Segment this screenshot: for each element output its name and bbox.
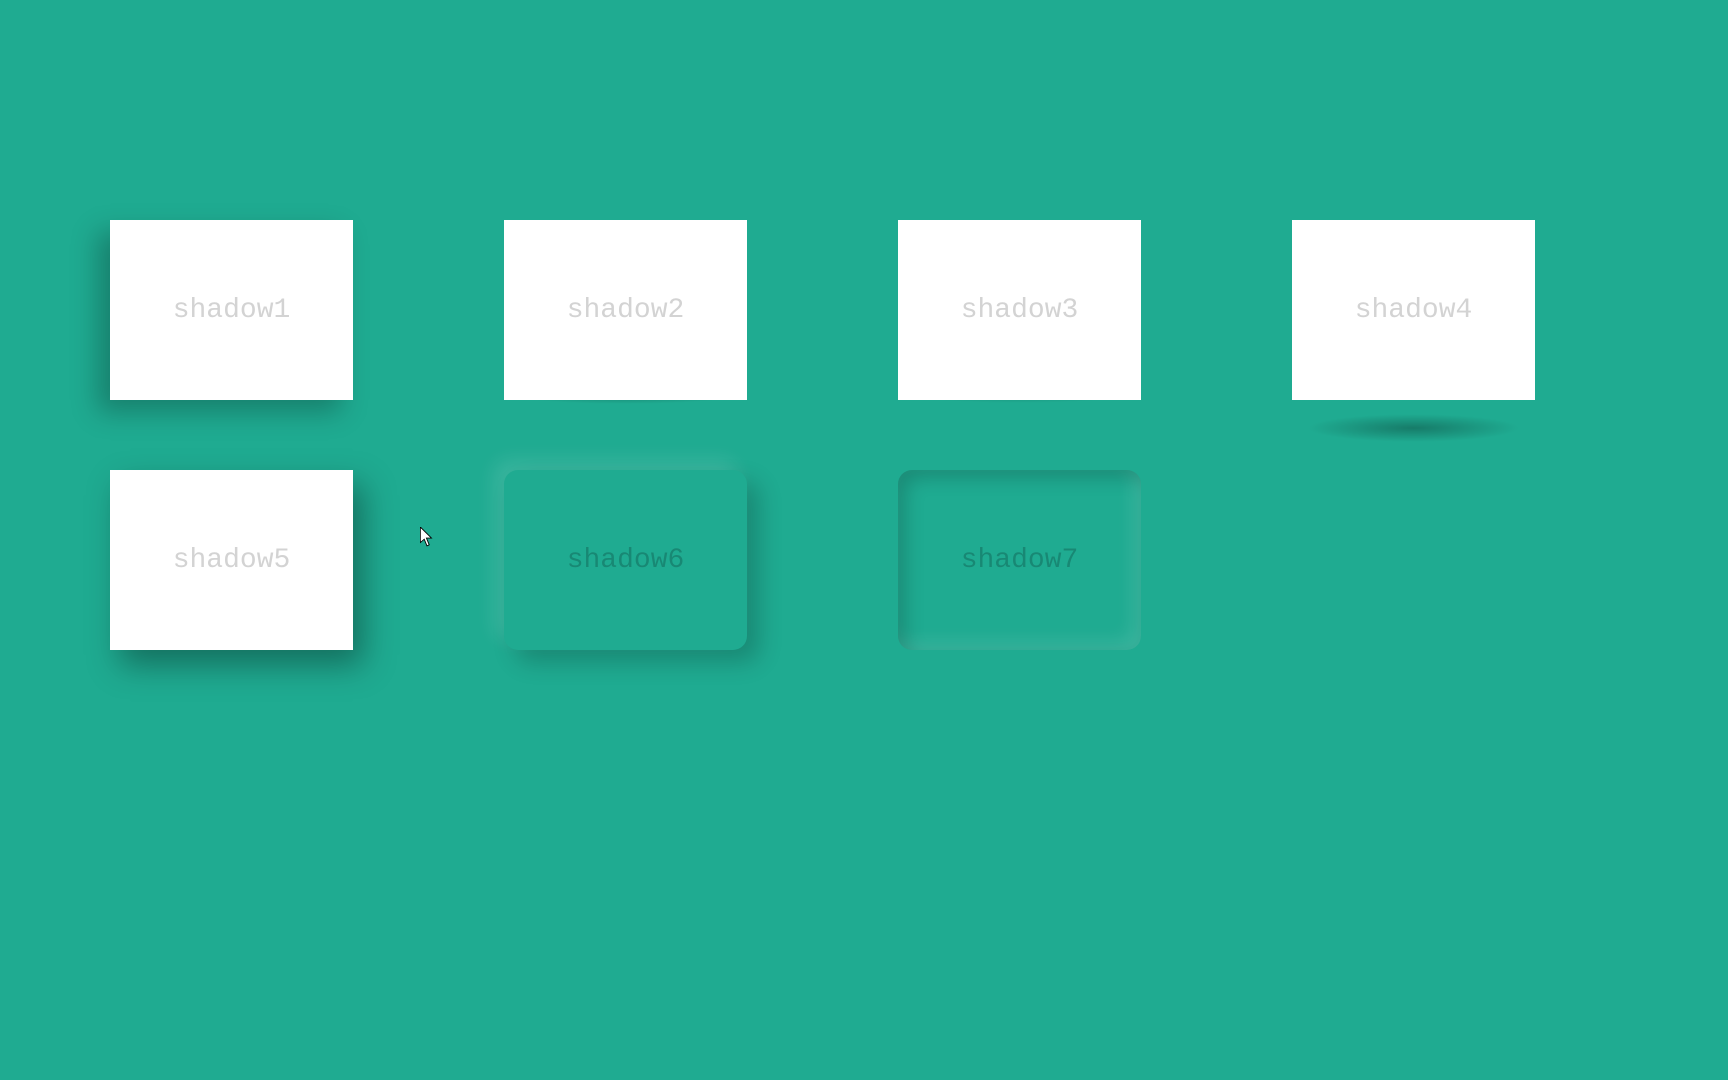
- card-label: shadow1: [173, 295, 291, 326]
- shadow-card-4: shadow4: [1292, 220, 1535, 400]
- shadow-card-2: shadow2: [504, 220, 747, 400]
- card-label: shadow2: [567, 295, 685, 326]
- shadow-card-7: shadow7: [898, 470, 1141, 650]
- card-label: shadow5: [173, 545, 291, 576]
- card-label: shadow6: [567, 545, 685, 576]
- shadow-card-5: shadow5: [110, 470, 353, 650]
- card-label: shadow7: [961, 545, 1079, 576]
- card-grid: shadow1 shadow2 shadow3 shadow4 shadow5 …: [0, 0, 1728, 870]
- shadow-card-6: shadow6: [504, 470, 747, 650]
- card-label: shadow4: [1355, 295, 1473, 326]
- card-label: shadow3: [961, 295, 1079, 326]
- shadow-card-3: shadow3: [898, 220, 1141, 400]
- shadow-card-1: shadow1: [110, 220, 353, 400]
